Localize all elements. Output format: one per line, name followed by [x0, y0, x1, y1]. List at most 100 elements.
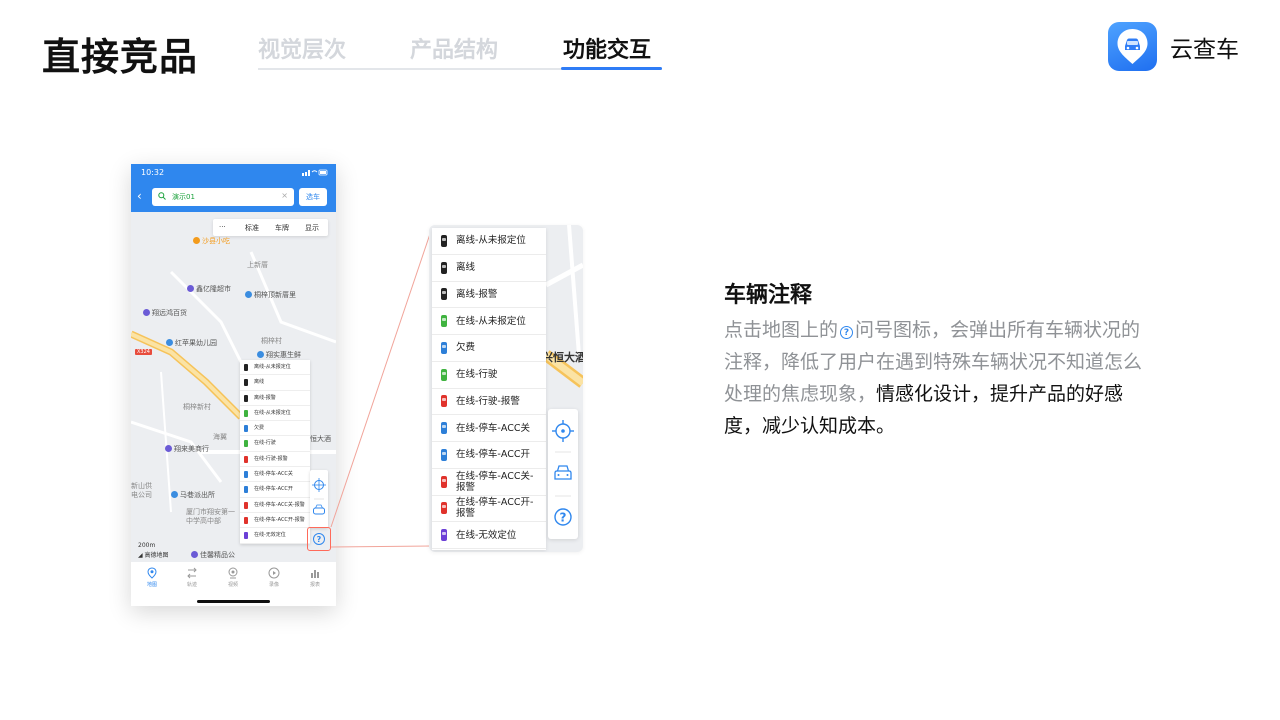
- legend-item: 欠费: [240, 421, 310, 437]
- map-display-menu: ··· 标准 车牌 显示: [213, 219, 328, 236]
- section-tabs: 视觉层次 产品结构 功能交互: [258, 32, 662, 70]
- legend-item: 离线: [240, 375, 310, 391]
- more-options-button[interactable]: ···: [219, 223, 226, 231]
- tab-video[interactable]: 视频: [220, 567, 246, 588]
- map-tools: [310, 470, 328, 528]
- annotation-body: 点击地图上的? 问号图标，会弹出所有车辆状况的注释，降低了用户在遇到特殊车辆状况不…: [724, 319, 1143, 437]
- legend-item: 在线-停车-ACC关-报警: [240, 498, 310, 513]
- legend-item: 离线-报警: [240, 391, 310, 406]
- map-poi-label: 鑫亿隆超市: [187, 284, 231, 294]
- help-question-icon[interactable]: ?: [313, 533, 325, 545]
- tab-map[interactable]: 地图: [139, 567, 165, 588]
- map-poi-label: 桐梓村: [261, 337, 282, 345]
- map-poi-label: 海翼: [213, 433, 227, 441]
- signal-battery-icon: [302, 169, 328, 176]
- road-number-badge: X324: [135, 349, 152, 355]
- home-indicator: [197, 600, 270, 603]
- status-time: 10:32: [141, 168, 165, 177]
- map-poi-label: 厦门市翔安第一中学高中部: [186, 508, 235, 525]
- map-mode-display[interactable]: 显示: [305, 223, 319, 233]
- car-icon: [244, 532, 248, 540]
- car-icon: [244, 516, 248, 524]
- legend-item: 在线-行驶-报警: [240, 452, 310, 468]
- legend-item-offline: 离线: [432, 255, 546, 282]
- car-icon: [441, 341, 447, 354]
- car-icon: [441, 448, 447, 461]
- car-icon: [441, 368, 447, 381]
- legend-item: 在线-无效定位: [240, 528, 310, 544]
- car-icon: [441, 315, 447, 328]
- map-mode-standard[interactable]: 标准: [245, 223, 259, 233]
- tab-report[interactable]: 报表: [302, 567, 328, 588]
- car-icon: [441, 261, 447, 274]
- traffic-car-icon[interactable]: [554, 465, 572, 480]
- legend-item-invalid-location: 在线-无效定位: [432, 522, 546, 549]
- map-poi-label: 翔实惠生鲜: [257, 350, 301, 360]
- car-icon: [441, 422, 447, 435]
- locate-icon[interactable]: [552, 420, 574, 442]
- search-bar: ‹ 演示01 × 选车: [131, 182, 336, 212]
- help-question-icon[interactable]: ?: [554, 508, 572, 526]
- active-tab-indicator: [561, 67, 662, 70]
- select-car-button[interactable]: 选车: [299, 188, 327, 206]
- tab-track[interactable]: 轨迹: [179, 567, 205, 588]
- status-bar: 10:32: [131, 164, 336, 182]
- map-poi-label: 马巷派出所: [171, 490, 215, 500]
- legend-item-parked-acc-off: 在线-停车-ACC关: [432, 415, 546, 442]
- playback-icon: [268, 567, 280, 579]
- map-view[interactable]: ··· 标准 车牌 显示 沙县小吃 上新厝 鑫亿隆超市 桐梓顶新厝里 翔远鸿百货…: [131, 212, 336, 562]
- phone-screenshot: 10:32 ‹ 演示01 × 选车 ··· 标准 车牌 显示 沙县小吃 上新厝 …: [131, 164, 336, 606]
- vehicle-search-input[interactable]: 演示01 ×: [152, 188, 294, 206]
- report-icon: [311, 570, 319, 578]
- map-mode-plate[interactable]: 车牌: [275, 223, 289, 233]
- map-poi-label: 桐梓顶新厝里: [245, 290, 296, 300]
- legend-item: 在线-停车-ACC开: [240, 482, 310, 498]
- tab-visual-hierarchy[interactable]: 视觉层次: [258, 32, 346, 64]
- car-icon: [244, 364, 248, 371]
- legend-item-parked-acc-off-alarm: 在线-停车-ACC关-报警: [432, 469, 546, 496]
- locate-icon[interactable]: [312, 478, 326, 492]
- video-icon: [228, 567, 238, 579]
- legend-item: 在线-行驶: [240, 436, 310, 452]
- legend-item-arrears: 欠费: [432, 335, 546, 362]
- car-icon: [441, 234, 447, 247]
- map-poi-label: 新山供电公司: [131, 482, 152, 499]
- inline-help-icon: ?: [840, 326, 854, 339]
- clear-icon[interactable]: ×: [281, 191, 288, 200]
- brand-logo: [1108, 22, 1157, 71]
- map-poi-label: 沙县小吃: [193, 236, 230, 246]
- tab-playback[interactable]: 录像: [261, 567, 287, 588]
- map-poi-label: 桐梓新村: [183, 403, 211, 411]
- legend-item: 在线-从未报定位: [240, 406, 310, 422]
- legend-item-offline-never-located: 离线-从未报定位: [432, 228, 546, 255]
- traffic-car-icon[interactable]: [313, 504, 325, 515]
- legend-item-online-driving-alarm: 在线-行驶-报警: [432, 389, 546, 416]
- help-symbol: ?: [560, 511, 567, 525]
- legend-item-online-driving: 在线-行驶: [432, 362, 546, 389]
- brand-name: 云查车: [1170, 36, 1239, 63]
- search-icon: [158, 192, 166, 200]
- zoomed-legend-panel: 兴恒大酒 离线-从未报定位 离线 离线-报警 在线-从未报定位 欠费 在线-行驶…: [429, 225, 583, 552]
- map-provider-logo: ◢ 高德地图: [138, 552, 169, 559]
- car-icon: [244, 394, 248, 402]
- map-poi-label: 佳馨精品公: [191, 550, 235, 560]
- map-pin-icon: [147, 567, 157, 579]
- help-button-highlight[interactable]: ?: [307, 527, 331, 551]
- legend-item-online-never-located: 在线-从未报定位: [432, 308, 546, 335]
- car-icon: [441, 395, 447, 408]
- tab-function-interaction[interactable]: 功能交互: [563, 32, 651, 64]
- legend-item-parked-acc-on-alarm: 在线-停车-ACC开-报警: [432, 496, 546, 523]
- car-icon: [244, 486, 248, 494]
- tab-product-structure[interactable]: 产品结构: [410, 32, 498, 64]
- search-value: 演示01: [172, 193, 195, 201]
- car-icon: [244, 471, 248, 479]
- legend-item-parked-acc-on: 在线-停车-ACC开: [432, 442, 546, 469]
- car-icon: [441, 502, 447, 515]
- vehicle-status-legend-popup: 离线-从未报定位 离线 离线-报警 在线-从未报定位 欠费 在线-行驶 在线-行…: [240, 360, 310, 544]
- zoom-map-tools: ?: [548, 409, 578, 539]
- car-icon: [441, 529, 447, 542]
- legend-item: 在线-停车-ACC关: [240, 467, 310, 483]
- back-icon[interactable]: ‹: [137, 189, 142, 203]
- map-poi-label: 翔来美商行: [165, 444, 209, 454]
- car-icon: [441, 288, 447, 301]
